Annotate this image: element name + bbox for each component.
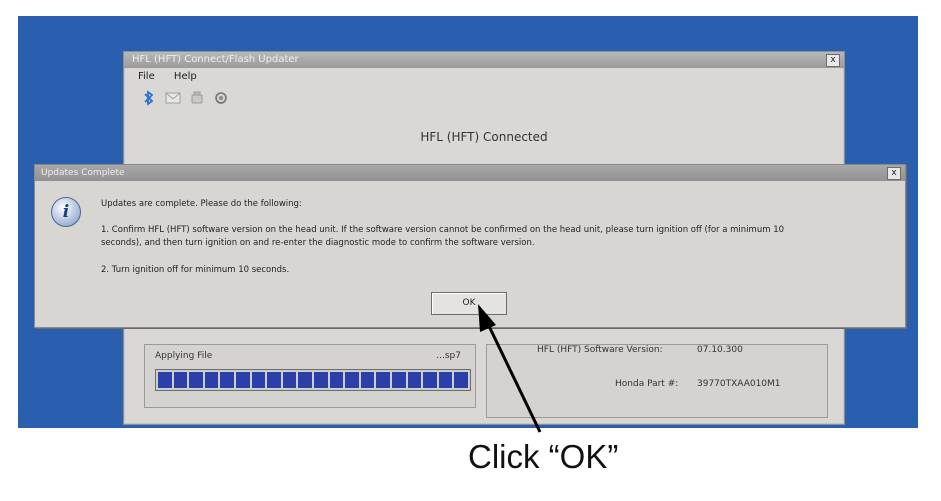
pointer-arrow — [478, 304, 542, 433]
click-ok-caption: Click “OK” — [468, 438, 619, 475]
